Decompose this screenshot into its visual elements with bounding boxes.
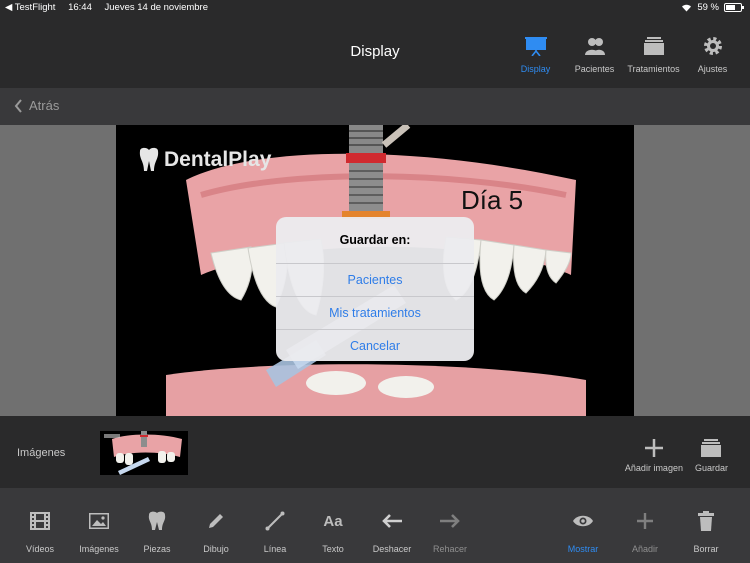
gear-icon [703,37,722,55]
tool-teeth-button[interactable]: Piezas [127,511,187,554]
save-to-my-treatments-button[interactable]: Mis tratamientos [276,297,474,330]
battery-icon [724,3,744,12]
tool-videos-label: Vídeos [25,544,55,554]
tool-line-button[interactable]: Línea [245,511,305,554]
tool-teeth-label: Piezas [143,544,171,554]
tab-tratamientos[interactable]: Tratamientos [624,35,683,74]
logo-text: DentalPlay [164,148,272,171]
wifi-icon [682,4,692,12]
status-time: 16:44 [68,2,92,13]
pencil-icon [209,514,223,528]
tool-images-label: Imágenes [79,544,119,554]
day-label: Día 5 [461,185,524,215]
testflight-back-link[interactable]: ◀ TestFlight [5,2,55,13]
treatments-icon [643,37,664,55]
text-icon: Aa [323,512,343,530]
tab-pacientes-label: Pacientes [574,64,615,74]
images-bar: Imágenes Añadir imagen Guardar [0,416,750,488]
tooth-logo-icon [139,147,159,171]
tool-text-label: Texto [322,544,344,554]
arrow-left-icon [382,514,402,528]
plus-icon [644,439,663,457]
tool-line-label: Línea [263,544,287,554]
top-tabs: Display Pacientes Tratamientos Ajustes [506,35,742,74]
save-to-dialog: Guardar en: Pacientes Mis tratamientos C… [276,217,474,361]
chevron-left-icon [14,98,22,113]
add-button[interactable]: Añadir [615,511,675,554]
tool-draw-label: Dibujo [203,544,229,554]
undo-label: Deshacer [372,544,412,554]
dentalplay-logo: DentalPlay [138,147,271,173]
add-image-button[interactable]: Añadir imagen [625,436,683,473]
status-bar: ◀ TestFlight 16:44 Jueves 14 de noviembr… [0,0,750,15]
save-to-patients-button[interactable]: Pacientes [276,264,474,297]
back-label: Atrás [29,98,60,113]
save-images-label: Guardar [694,463,728,473]
tab-tratamientos-label: Tratamientos [627,64,680,74]
back-button[interactable]: Atrás [14,98,59,113]
tab-ajustes[interactable]: Ajustes [683,35,742,74]
arrow-right-icon [440,514,460,528]
delete-label: Borrar [693,544,719,554]
film-icon [30,512,50,530]
trash-icon [698,511,714,531]
tab-ajustes-label: Ajustes [697,64,728,74]
save-images-button[interactable]: Guardar [695,436,728,473]
tooth-icon [148,511,166,530]
battery-percent: 59 % [697,2,719,13]
tool-draw-button[interactable]: Dibujo [186,511,246,554]
image-thumbnail[interactable] [100,431,188,475]
line-icon [265,511,285,531]
show-label: Mostrar [567,544,599,554]
patients-icon [584,38,605,55]
thumbnail-image [104,431,182,475]
add-label: Añadir [631,544,658,554]
eye-icon [573,515,593,527]
undo-button[interactable]: Deshacer [362,511,422,554]
add-image-label: Añadir imagen [624,463,683,473]
tool-text-button[interactable]: Aa Texto [303,511,363,555]
navigation-bar: Display Display Pacientes Tratamientos A… [0,15,750,88]
bottom-toolbar: Vídeos Imágenes Piezas Dibujo Línea Aa T… [0,488,750,563]
tray-icon [701,439,722,457]
status-date: Jueves 14 de noviembre [104,2,209,13]
tab-display-label: Display [520,64,551,74]
images-label: Imágenes [17,447,66,459]
tool-images-button[interactable]: Imágenes [69,511,129,554]
tab-pacientes[interactable]: Pacientes [565,35,624,74]
show-button[interactable]: Mostrar [553,511,613,554]
redo-button[interactable]: Rehacer [420,511,480,554]
tab-display[interactable]: Display [506,35,565,74]
plus-icon [637,513,653,529]
cancel-button[interactable]: Cancelar [276,330,474,361]
back-bar: Atrás [0,88,750,125]
redo-label: Rehacer [432,544,468,554]
image-icon [89,513,109,529]
image-actions: Añadir imagen Guardar [625,436,728,473]
dialog-title: Guardar en: [276,217,474,264]
presentation-icon [524,37,547,56]
tool-videos-button[interactable]: Vídeos [10,511,70,554]
delete-button[interactable]: Borrar [676,511,736,554]
